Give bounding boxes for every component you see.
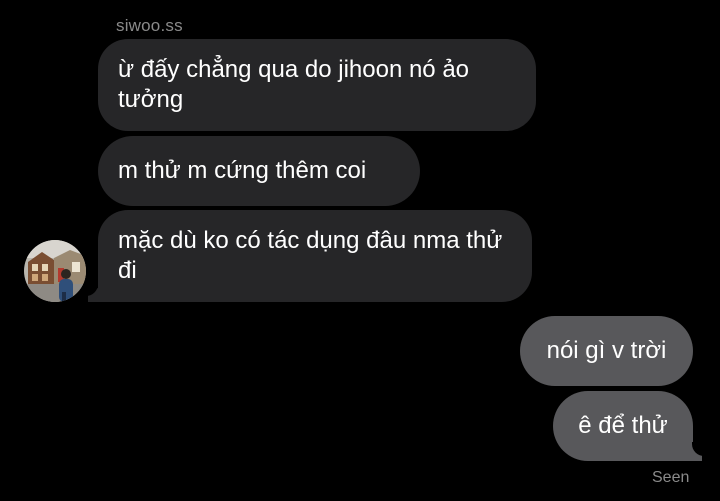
outgoing-message-bubble[interactable]: ê để thử [553,391,693,461]
outgoing-message-bubble[interactable]: nói gì v trời [520,316,693,386]
incoming-message-bubble[interactable]: mặc dù ko có tác dụng đâu nma thử đi [98,210,532,302]
message-text: nói gì v trời [546,337,667,364]
message-text: ừ đấy chẳng qua do jihoon nó ảo tưởng [118,56,470,113]
sender-avatar[interactable] [24,240,86,302]
avatar-photo [24,240,86,302]
read-receipt: Seen [652,469,690,486]
sender-username[interactable]: siwoo.ss [116,16,183,36]
incoming-message-bubble[interactable]: m thử m cứng thêm coi [98,136,420,206]
message-text: m thử m cứng thêm coi [118,157,367,184]
message-text: ê để thử [578,412,668,439]
message-text: mặc dù ko có tác dụng đâu nma thử đi [118,227,503,284]
incoming-message-bubble[interactable]: ừ đấy chẳng qua do jihoon nó ảo tưởng [98,39,536,131]
